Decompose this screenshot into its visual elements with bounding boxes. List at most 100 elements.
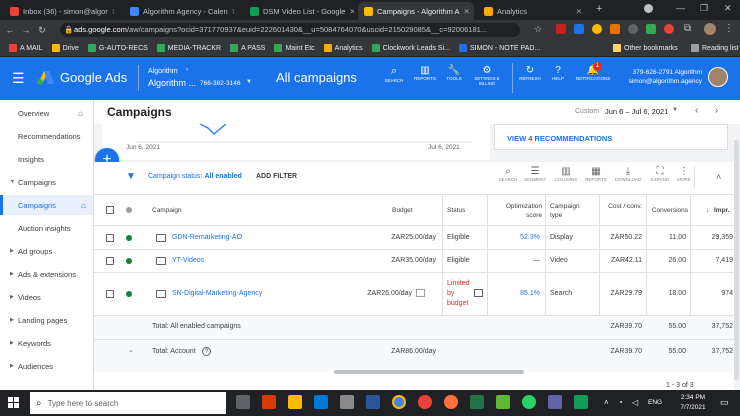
bookmark-item[interactable]: G-AUTO-RECS	[87, 44, 148, 52]
view-recommendations-link[interactable]: VIEW 4 RECOMMENDATIONS	[507, 134, 612, 143]
tray-chevron-icon[interactable]: ˄	[604, 398, 609, 407]
office-icon[interactable]	[262, 395, 276, 409]
help-tool[interactable]: ? HELP	[548, 65, 568, 81]
row-checkbox[interactable]	[106, 290, 114, 298]
forward-icon[interactable]: →	[18, 25, 34, 35]
sidebar-item-audiences[interactable]: ▶ Audiences	[0, 356, 93, 376]
sidebar-item-landing-pages[interactable]: ▶ Landing pages	[0, 310, 93, 330]
status-cell-limited[interactable]: Limited by budget	[447, 279, 473, 309]
mail-icon[interactable]	[314, 395, 328, 409]
notification-center-icon[interactable]: ▭	[720, 397, 729, 408]
tab-analytics[interactable]: Analytics ✕	[478, 2, 588, 20]
campaign-name-link[interactable]: SN-Digital-Marketing-Agency	[172, 290, 262, 297]
avatar[interactable]	[704, 23, 716, 35]
select-all-checkbox[interactable]	[106, 206, 114, 214]
new-tab-button[interactable]: +	[596, 3, 602, 15]
budget-cell[interactable]: ZAR35.00/day	[356, 257, 436, 264]
optimization-score-cell[interactable]: 52.3%	[494, 234, 540, 241]
reading-list[interactable]: Reading list	[691, 44, 739, 52]
sidebar-item-ads-extensions[interactable]: ▶ Ads & extensions	[0, 264, 93, 284]
search-tool[interactable]: ⌕ SEARCH	[383, 65, 405, 83]
close-icon[interactable]: ✕	[460, 7, 470, 16]
column-header-cost-per-conv[interactable]: Cost / conv.	[602, 202, 642, 211]
app-icon[interactable]	[418, 395, 432, 409]
horizontal-scrollbar[interactable]	[334, 370, 524, 374]
filter-icon[interactable]: ▼	[126, 171, 136, 182]
extension-icon[interactable]	[664, 24, 674, 34]
other-bookmarks[interactable]: Other bookmarks	[613, 44, 678, 52]
expand-button[interactable]: ⛶ EXPAND	[648, 166, 672, 182]
extension-icon[interactable]	[628, 24, 638, 34]
sidebar-item-insights[interactable]: Insights	[0, 149, 93, 169]
status-dot-enabled[interactable]	[126, 291, 132, 297]
clock-time[interactable]: 2:34 PM	[672, 394, 714, 401]
task-view-icon[interactable]	[236, 395, 250, 409]
reload-icon[interactable]: ↻	[34, 25, 50, 36]
column-header-budget[interactable]: Budget	[392, 207, 413, 214]
add-filter-button[interactable]: ADD FILTER	[256, 173, 297, 180]
account-selector[interactable]: Algorithm ...	[148, 78, 196, 88]
column-header-impr[interactable]: Impr.	[714, 207, 730, 214]
extension-icon[interactable]	[646, 24, 656, 34]
close-icon[interactable]: ✕	[345, 7, 354, 16]
volume-icon[interactable]: ◁	[632, 398, 638, 407]
window-close-icon[interactable]: ✕	[724, 3, 732, 14]
app-icon[interactable]	[574, 395, 588, 409]
bookmark-item[interactable]: MEDIA-TRACKR	[156, 44, 221, 52]
status-dot-enabled[interactable]	[126, 258, 132, 264]
profile-icon[interactable]	[644, 4, 653, 13]
sidebar-item-campaigns[interactable]: Campaigns ⌂	[0, 195, 93, 215]
tab-campaigns[interactable]: Campaigns - Algorithm A ✕	[358, 2, 474, 20]
bookmark-item[interactable]: Maint Etc	[274, 44, 315, 52]
column-header-campaign[interactable]: Campaign	[152, 207, 182, 214]
bookmark-star-icon[interactable]: ☆	[534, 24, 542, 35]
campaign-name-link[interactable]: YT-Videos	[172, 257, 204, 264]
collapse-chevron-icon[interactable]: ˄	[716, 172, 721, 182]
date-next-icon[interactable]: ›	[715, 105, 718, 116]
budget-cell[interactable]: ZAR25.00/day	[356, 234, 436, 241]
segment-button[interactable]: ☰ SEGMENT	[524, 166, 546, 182]
chrome-icon[interactable]	[392, 395, 406, 409]
refresh-tool[interactable]: ↻ REFRESH	[518, 65, 542, 81]
columns-button[interactable]: ▥ COLUMNS	[554, 166, 578, 182]
column-header-status[interactable]: Status	[447, 207, 465, 214]
sidebar-item-auction-insights[interactable]: Auction insights	[0, 218, 93, 238]
close-icon[interactable]: ✕	[228, 7, 234, 16]
back-icon[interactable]: ←	[2, 25, 18, 35]
teams-icon[interactable]	[548, 395, 562, 409]
settings-billing-tool[interactable]: ⚙ SETTINGS & BILLING	[470, 65, 504, 86]
close-icon[interactable]: ✕	[572, 7, 582, 16]
date-range-selector[interactable]: Jun 6 – Jul 6, 2021	[605, 107, 668, 116]
download-button[interactable]: ⤓ DOWNLOAD	[614, 166, 642, 182]
firefox-icon[interactable]	[444, 395, 458, 409]
app-icon[interactable]	[340, 395, 354, 409]
sidebar-item-ad-groups[interactable]: ▶ Ad groups	[0, 241, 93, 261]
menu-icon[interactable]: ⋮	[724, 23, 734, 34]
tools-tool[interactable]: 🔧 TOOLS	[444, 65, 464, 81]
extension-icon[interactable]	[610, 24, 620, 34]
chart-icon[interactable]	[416, 289, 425, 297]
maximize-icon[interactable]: ❐	[700, 3, 708, 14]
bookmark-item[interactable]: Analytics	[323, 44, 363, 52]
extension-icon[interactable]	[574, 24, 584, 34]
whatsapp-icon[interactable]	[522, 395, 536, 409]
avatar[interactable]	[708, 67, 728, 87]
file-explorer-icon[interactable]	[288, 395, 302, 409]
clock-date[interactable]: 7/7/2021	[672, 404, 714, 411]
status-filter-chip[interactable]: Campaign status: All enabled	[148, 173, 242, 180]
reports-button[interactable]: ▦ REPORTS	[584, 166, 608, 182]
vertical-scrollbar[interactable]	[734, 140, 739, 380]
minimize-icon[interactable]: —	[676, 3, 685, 13]
more-button[interactable]: ⋮ MORE	[674, 166, 694, 182]
language-indicator[interactable]: ENG	[648, 399, 662, 406]
chevron-down-icon[interactable]: ▼	[246, 79, 252, 85]
campaign-name-link[interactable]: GDN-Remarketing-AO	[172, 234, 242, 241]
column-header-optimization-score[interactable]: Optimization score	[494, 202, 542, 220]
tab-dsm-video-list[interactable]: DSM Video List - Google ✕	[244, 2, 354, 20]
close-icon[interactable]: ✕	[108, 7, 114, 16]
excel-icon[interactable]	[470, 395, 484, 409]
windows-start-icon[interactable]	[8, 397, 20, 409]
bookmark-item[interactable]: SIMON - NOTE PAD...	[458, 44, 540, 52]
chevron-down-icon[interactable]: ▼	[672, 107, 678, 113]
budget-cell[interactable]: ZAR26.00/day	[344, 290, 412, 297]
